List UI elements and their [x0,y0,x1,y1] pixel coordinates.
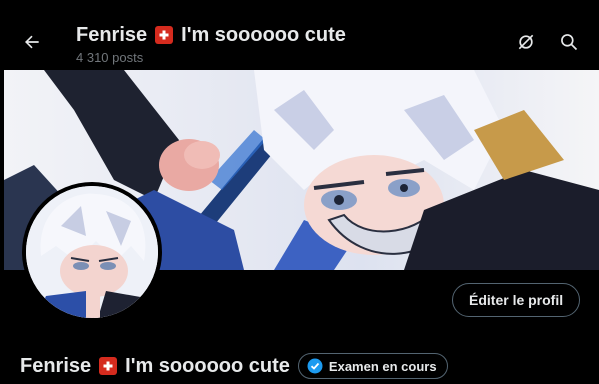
avatar-image [26,186,158,318]
profile-tagline: I'm soooooo cute [125,354,290,377]
verification-status-badge[interactable]: Examen en cours [297,353,448,379]
header-title-block: Fenrise I'm soooooo cute 4 310 posts [76,23,346,65]
edit-profile-button[interactable]: Éditer le profil [452,283,581,317]
swiss-flag-icon [155,26,174,44]
grok-button[interactable] [512,28,540,56]
profile-name: Fenrise [20,354,92,377]
badge-label: Examen en cours [328,358,437,374]
arrow-left-icon [25,35,39,49]
back-button[interactable] [16,26,48,58]
header-tagline: I'm soooooo cute [181,24,346,46]
search-button[interactable] [555,28,583,56]
post-count: 4 310 posts [76,50,144,65]
header-name: Fenrise [76,24,148,46]
grok-icon [518,34,534,50]
profile-header: Fenrise I'm soooooo cute 4 310 posts [4,16,599,69]
verified-check-icon [307,358,323,374]
header-title: Fenrise I'm soooooo cute [76,23,346,47]
profile-name-row: Fenrise I'm soooooo cute Examen en cours [20,353,448,379]
profile-display-name: Fenrise I'm soooooo cute [20,355,290,378]
swiss-flag-icon [99,357,118,375]
search-icon [561,34,578,51]
profile-avatar[interactable] [22,182,162,322]
profile-page: Fenrise I'm soooooo cute 4 310 posts Édi… [4,16,599,384]
